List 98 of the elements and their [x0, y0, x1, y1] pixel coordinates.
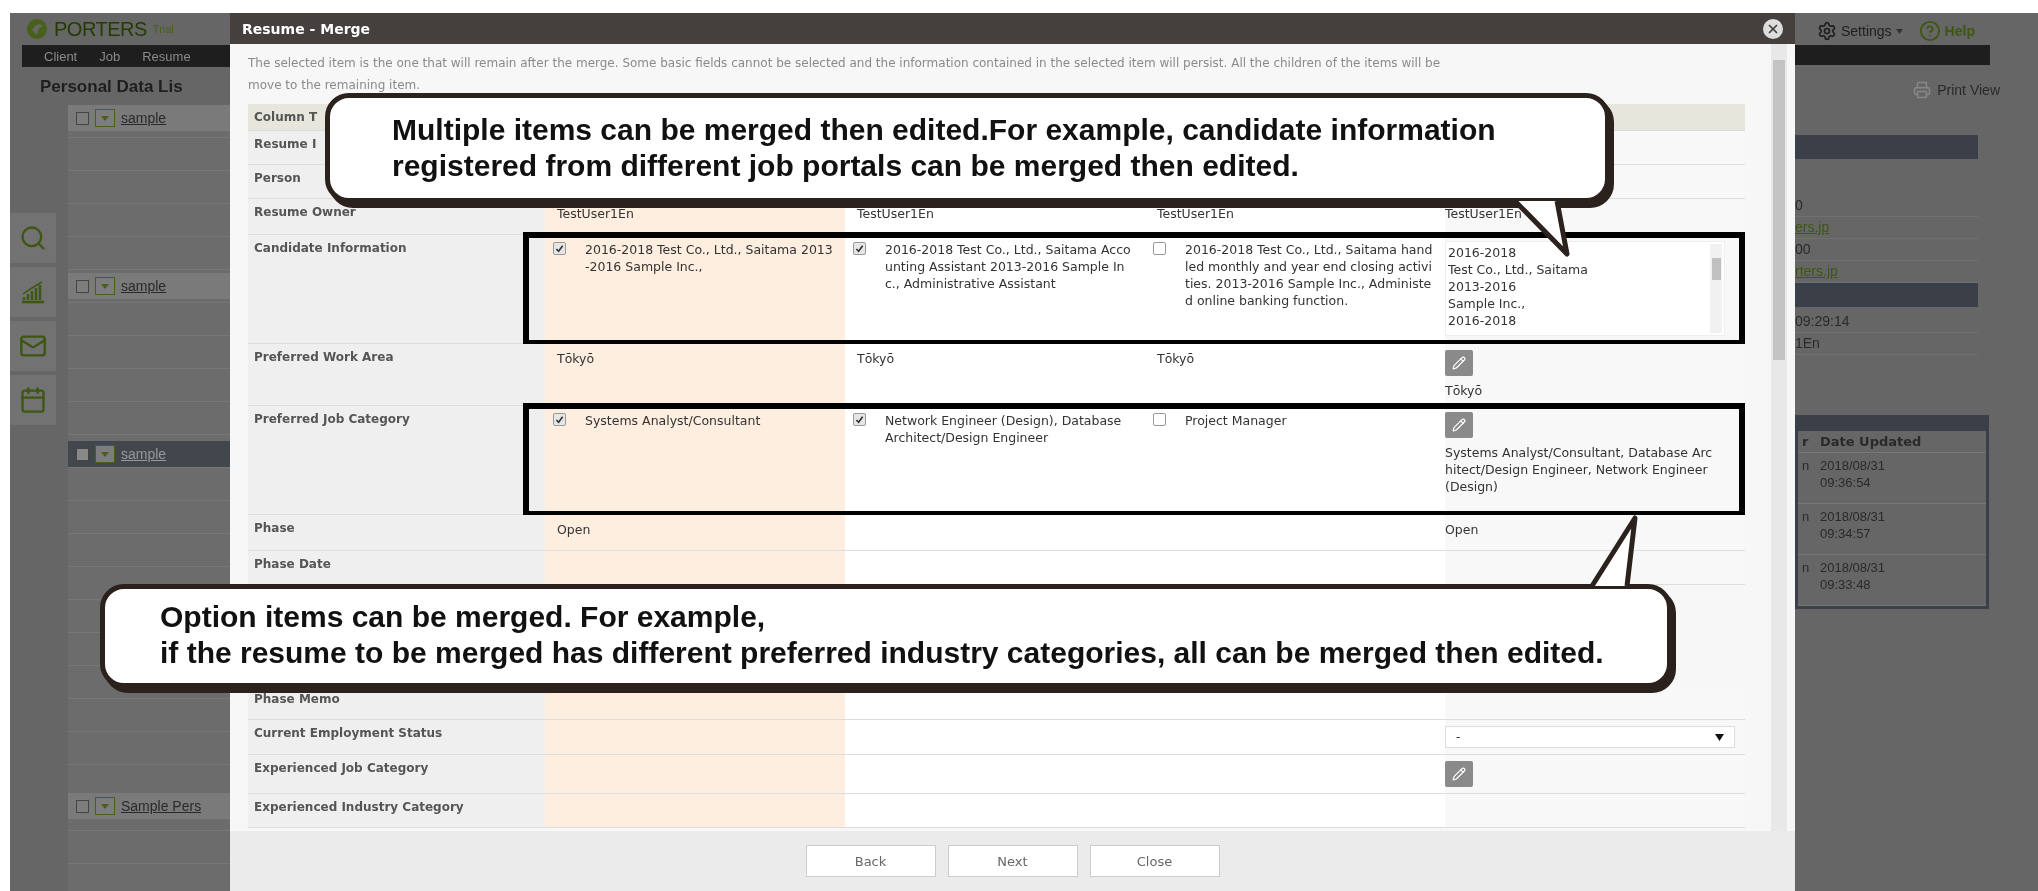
- caret-icon: [1895, 28, 1903, 34]
- checkbox[interactable]: [1153, 413, 1166, 426]
- checkbox[interactable]: [1153, 242, 1166, 255]
- cell-text: Project Manager: [1185, 413, 1287, 428]
- list-item[interactable]: sample: [68, 273, 230, 299]
- nav-item[interactable]: Job: [99, 48, 121, 64]
- checkbox[interactable]: [553, 242, 566, 255]
- row-label: Experienced Industry Category: [248, 794, 545, 827]
- close-button[interactable]: [1763, 18, 1783, 39]
- calendar-icon: [19, 386, 47, 414]
- bar-chart-icon: [20, 280, 46, 304]
- mail-tool[interactable]: [10, 321, 56, 371]
- cell-text: TestUser1En: [1157, 206, 1234, 221]
- cell-text: TestUser1En: [1445, 206, 1522, 221]
- cell-text: 2016-2018 Test Co., Ltd., Saitama 2013-2016 Sample Inc.,: [585, 242, 833, 274]
- row-label: Preferred Work Area: [248, 344, 545, 405]
- settings-label: Settings: [1841, 23, 1892, 39]
- print-view-link[interactable]: Print View: [1913, 81, 2000, 99]
- cell-text: 2016-2018 Test Co., Ltd., Saitama Accounting Assistant 2013-2016 Sample Inc., Administrative Assistant: [885, 242, 1131, 291]
- gear-icon: [1817, 21, 1837, 41]
- trial-label: Trial: [152, 23, 174, 35]
- caret-icon: [101, 283, 109, 289]
- caret-icon: [101, 115, 109, 121]
- list-item[interactable]: Sample Pers: [68, 793, 230, 819]
- row-label: Phase: [248, 515, 545, 550]
- logo-icon: [26, 18, 48, 40]
- cell-text: TestUser1En: [557, 206, 634, 221]
- cell-text: TestUser1En: [857, 206, 934, 221]
- dialog-title: Resume - Merge: [242, 20, 371, 37]
- cell-text: Tōkyō: [1445, 382, 1484, 399]
- cell-text: Network Engineer (Design), Database Architect/Design Engineer: [885, 413, 1122, 445]
- pencil-icon: [1452, 418, 1466, 432]
- cell-text: Open: [557, 522, 591, 537]
- caret-icon: [101, 451, 109, 457]
- detail-text: 09:29:14: [1795, 311, 1978, 333]
- print-view-label: Print View: [1937, 82, 2000, 98]
- dropdown-button[interactable]: [95, 109, 115, 127]
- search-icon: [19, 224, 47, 252]
- logo-text: PORTERS: [54, 17, 147, 41]
- help-label: Help: [1944, 23, 1975, 39]
- cell-text: Systems Analyst/Consultant, Database Architect/Design Engineer, Network Engineer (Design): [1445, 444, 1714, 495]
- intro-text: The selected item is the one that will remain after the merge. Some basic fields cannot be selected and the information contained in the selected item will persist. All the children of the items will be move to the remaining item.: [248, 55, 1442, 94]
- checkbox[interactable]: [76, 111, 89, 125]
- column-header: Date Updated: [1819, 433, 1923, 451]
- detail-text: 0: [1795, 195, 1978, 217]
- scrollbar[interactable]: [1771, 44, 1787, 831]
- checkbox[interactable]: [853, 242, 866, 255]
- table-cell-text: 2018/08/31 09:34:57: [1819, 508, 1887, 543]
- select-field[interactable]: -: [1445, 726, 1735, 748]
- chart-tool[interactable]: [10, 267, 56, 317]
- table-cell-text: 2018/08/31 09:33:48: [1819, 559, 1887, 594]
- row-label: Candidate Information: [248, 235, 545, 343]
- nav-item[interactable]: Client: [44, 48, 78, 64]
- cell-text: Open: [1445, 522, 1479, 537]
- cell-text: Systems Analyst/Consultant: [585, 413, 761, 428]
- list-item[interactable]: sample: [68, 441, 230, 467]
- row-label: Phase Date: [248, 551, 545, 584]
- printer-icon: [1913, 81, 1932, 99]
- table-cell-text: n: [1801, 457, 1811, 475]
- search-tool[interactable]: [10, 213, 56, 263]
- edit-button[interactable]: [1445, 761, 1473, 787]
- settings-link[interactable]: Settings: [1817, 21, 1903, 41]
- calendar-tool[interactable]: [10, 375, 56, 425]
- footer-button[interactable]: Back: [805, 845, 936, 877]
- row-label: Experienced Job Category: [248, 755, 545, 793]
- cell-text: Tōkyō: [557, 351, 595, 366]
- dropdown-button[interactable]: [95, 445, 115, 463]
- edit-button[interactable]: [1445, 350, 1473, 376]
- row-label: Preferred Job Category: [248, 406, 545, 514]
- checkbox[interactable]: [553, 413, 566, 426]
- dropdown-button[interactable]: [95, 797, 115, 815]
- checkbox[interactable]: [76, 447, 89, 461]
- dropdown-caret-icon: [1715, 733, 1724, 741]
- callout-text: Option items can be merged. For example, if the resume to be merged has different preferred industry categories, all can be merged then edited.: [160, 599, 1604, 671]
- pencil-icon: [1452, 356, 1466, 370]
- detail-text: 00: [1795, 239, 1978, 261]
- table-cell-text: n: [1801, 559, 1811, 577]
- edit-button[interactable]: [1445, 412, 1473, 438]
- detail-text: 1En: [1795, 333, 1978, 355]
- checkbox[interactable]: [76, 799, 89, 813]
- table-cell-text: n: [1801, 508, 1811, 526]
- dropdown-button[interactable]: [95, 277, 115, 295]
- pencil-icon: [1452, 767, 1466, 781]
- column-header: r: [1801, 433, 1810, 451]
- cell-text: 2016-2018 Test Co., Ltd., Saitama handled monthly and year end closing activities. 2013-2016 Sample Inc., Administed online banking function.: [1185, 242, 1433, 308]
- footer-button[interactable]: Close: [1089, 845, 1220, 877]
- help-icon: [1918, 20, 1941, 42]
- cell-text: Tōkyō: [1157, 351, 1195, 366]
- row-label: Current Employment Status: [248, 720, 545, 754]
- nav-item[interactable]: Resume: [142, 48, 191, 64]
- page-title: Personal Data Lis: [39, 76, 184, 97]
- table-cell-text: 2018/08/31 09:36:54: [1819, 457, 1887, 492]
- cell-text: Tōkyō: [857, 351, 895, 366]
- checkbox[interactable]: [853, 413, 866, 426]
- checkbox[interactable]: [76, 279, 89, 293]
- footer-button[interactable]: Next: [947, 845, 1078, 877]
- list-item[interactable]: sample: [68, 105, 230, 131]
- caret-icon: [101, 803, 109, 809]
